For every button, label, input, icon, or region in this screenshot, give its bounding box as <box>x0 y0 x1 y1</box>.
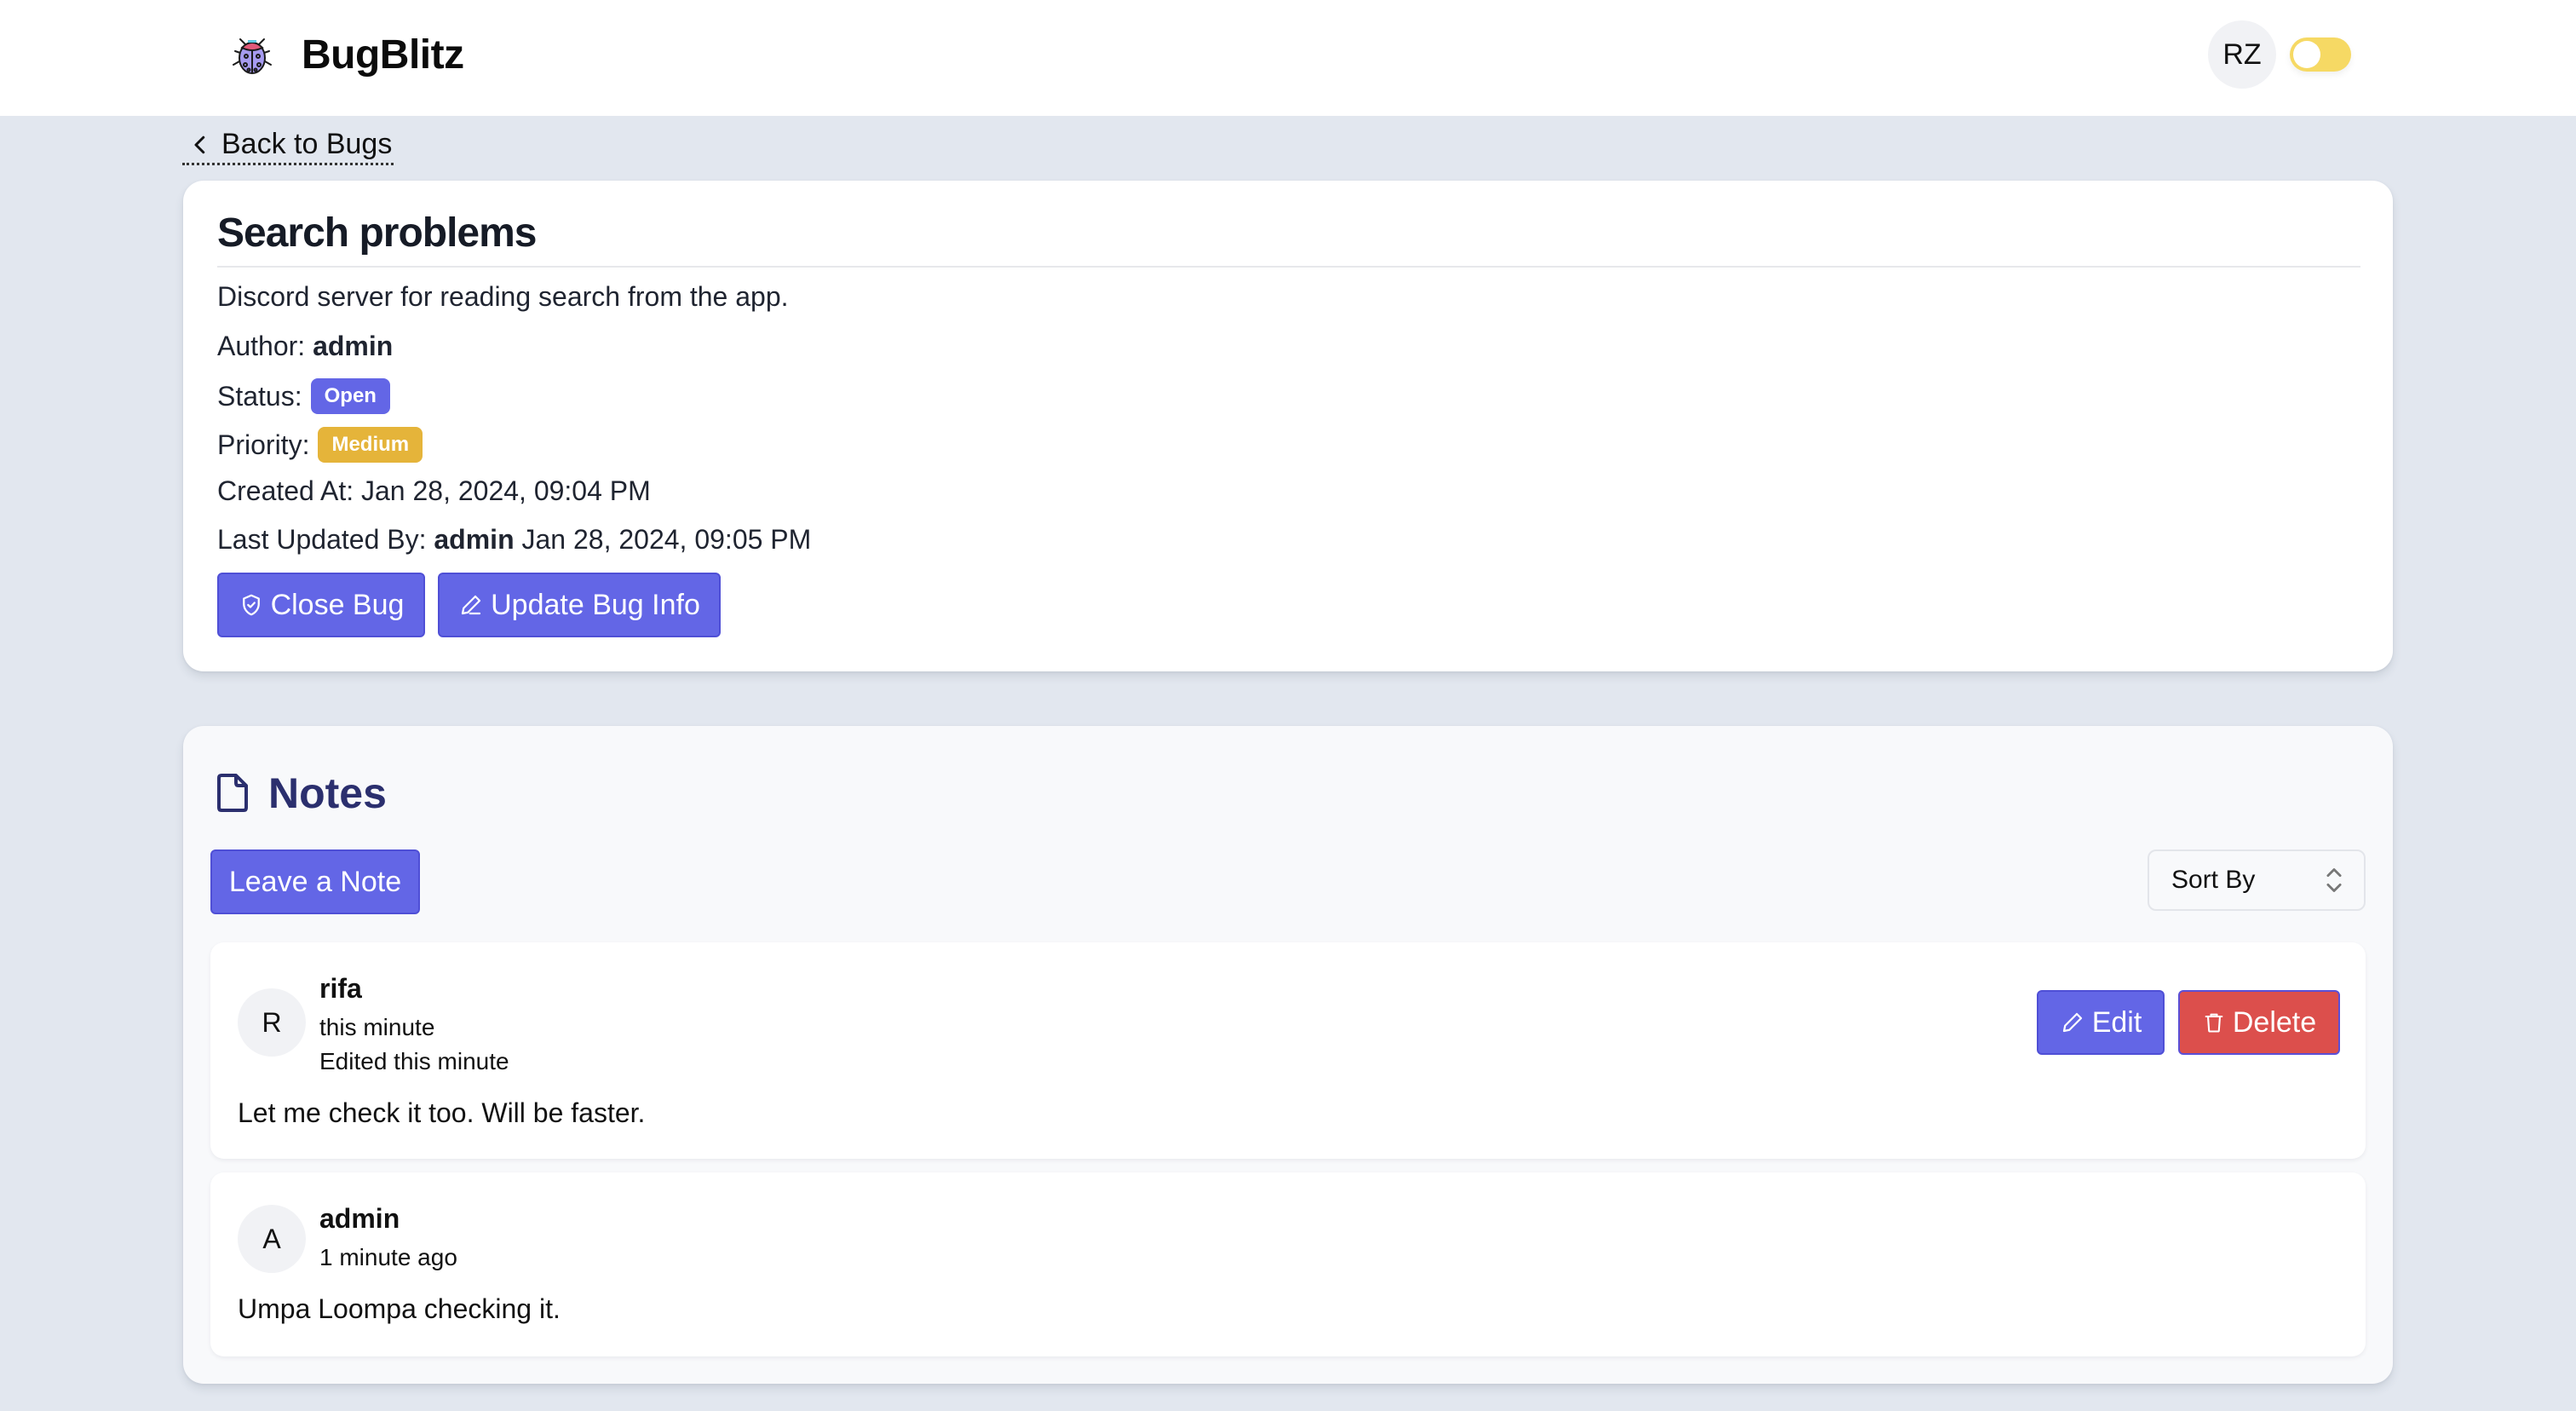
bug-description: Discord server for reading search from t… <box>217 281 789 313</box>
shield-check-icon <box>242 594 260 616</box>
note-time: this minute <box>319 1014 435 1040</box>
note-avatar: R <box>238 988 306 1057</box>
note-edited: Edited this minute <box>319 1048 509 1074</box>
bug-updated-row: Last Updated By: admin Jan 28, 2024, 09:… <box>217 524 811 556</box>
status-badge: Open <box>310 378 390 414</box>
updated-at-value: Jan 28, 2024, 09:05 PM <box>514 524 812 555</box>
update-bug-button[interactable]: Update Bug Info <box>438 573 721 637</box>
updated-by-value: admin <box>434 524 515 555</box>
back-to-bugs-link[interactable]: Back to Bugs <box>182 126 394 165</box>
chevron-up-down-icon <box>2326 868 2342 892</box>
leave-note-button[interactable]: Leave a Note <box>210 849 420 914</box>
status-label: Status: <box>217 380 302 412</box>
note-avatar: A <box>238 1205 306 1273</box>
notes-title: Notes <box>268 769 387 817</box>
title-divider <box>217 266 2360 268</box>
top-navbar: BugBlitz RZ <box>0 0 2576 116</box>
author-label: Author: <box>217 331 313 361</box>
notes-heading: Notes <box>214 769 387 818</box>
sort-by-label: Sort By <box>2171 866 2256 894</box>
bug-title: Search problems <box>217 210 537 256</box>
leave-note-label: Leave a Note <box>228 865 402 898</box>
delete-note-button[interactable]: Delete <box>2178 990 2340 1055</box>
toggle-knob <box>2293 41 2320 68</box>
ladybug-icon <box>233 38 272 74</box>
avatar-initial: R <box>262 1006 282 1038</box>
note-author: rifa <box>319 973 362 1004</box>
created-label: Created At: <box>217 475 361 506</box>
note-body: Umpa Loompa checking it. <box>238 1293 561 1324</box>
note-item: R rifa this minute Edited this minute Le… <box>210 942 2366 1159</box>
trash-icon <box>2205 1013 2223 1033</box>
update-bug-label: Update Bug Info <box>491 588 700 621</box>
delete-label: Delete <box>2232 1005 2317 1039</box>
priority-label: Priority: <box>217 429 310 460</box>
created-value: Jan 28, 2024, 09:04 PM <box>360 475 651 506</box>
sort-by-select[interactable]: Sort By <box>2148 849 2366 911</box>
updated-label: Last Updated By: <box>217 524 434 555</box>
bug-created-row: Created At: Jan 28, 2024, 09:04 PM <box>217 475 651 507</box>
app-name: BugBlitz <box>302 32 464 78</box>
edit-label: Edit <box>2091 1005 2142 1039</box>
note-author: admin <box>319 1203 400 1234</box>
note-time: 1 minute ago <box>319 1244 457 1270</box>
close-bug-label: Close Bug <box>270 588 405 621</box>
note-item: A admin 1 minute ago Umpa Loompa checkin… <box>210 1172 2366 1356</box>
description-text: Discord server for reading search from t… <box>217 281 789 312</box>
close-bug-button[interactable]: Close Bug <box>217 573 425 637</box>
chevron-left-icon <box>194 135 205 153</box>
brand[interactable]: BugBlitz <box>228 31 464 78</box>
bug-priority-row: Priority: Medium <box>217 427 423 463</box>
bug-details-card: Search problems Discord server for readi… <box>183 181 2393 671</box>
theme-toggle[interactable] <box>2290 37 2351 72</box>
user-initials: RZ <box>2222 37 2262 71</box>
avatar-initial: A <box>262 1223 281 1254</box>
bug-status-row: Status: Open <box>217 378 390 414</box>
user-avatar[interactable]: RZ <box>2208 20 2276 89</box>
bug-author-row: Author: admin <box>217 331 393 362</box>
pencil-icon <box>462 595 481 615</box>
document-icon <box>217 774 248 812</box>
pencil-icon <box>2062 1012 2082 1033</box>
notes-section: Notes Leave a Note Sort By R rifa this m… <box>183 726 2393 1384</box>
back-label: Back to Bugs <box>221 128 393 160</box>
priority-badge: Medium <box>318 427 423 463</box>
note-body: Let me check it too. Will be faster. <box>238 1097 646 1128</box>
edit-note-button[interactable]: Edit <box>2037 990 2165 1055</box>
author-value: admin <box>313 331 394 361</box>
